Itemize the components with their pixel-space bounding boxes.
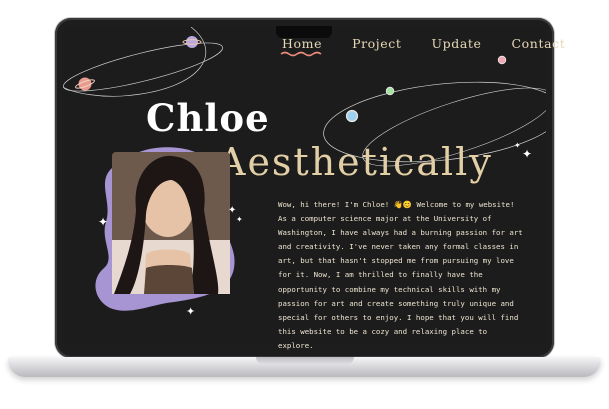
planet-icon <box>497 55 507 65</box>
planet-icon <box>345 109 359 123</box>
planet-icon <box>75 77 95 91</box>
planet-icon <box>385 86 395 96</box>
top-navigation: Home Project Update Contact <box>280 36 566 57</box>
hero-tagline: Aesthetically <box>218 140 493 184</box>
nav-project[interactable]: Project <box>352 36 401 51</box>
sparkle-icon: ✦ <box>236 215 243 224</box>
profile-photo <box>90 140 250 330</box>
camera-notch <box>276 26 332 38</box>
hero-name: Chloe <box>146 96 270 140</box>
nav-home-label: Home <box>282 36 323 51</box>
squiggle-underline-icon <box>280 51 322 57</box>
laptop-hinge <box>256 357 354 364</box>
sparkle-icon: ✦ <box>186 305 196 318</box>
nav-update-label: Update <box>431 36 482 51</box>
sparkle-icon: ✦ <box>522 147 533 161</box>
intro-paragraph: Wow, hi there! I'm Chloe! 👋😊 Welcome to … <box>278 200 523 350</box>
nav-project-label: Project <box>352 36 402 51</box>
sparkle-icon: ✦ <box>98 215 109 229</box>
nav-update[interactable]: Update <box>432 36 482 51</box>
planet-icon <box>182 36 202 48</box>
nav-contact-label: Contact <box>511 36 566 51</box>
nav-contact[interactable]: Contact <box>512 36 566 51</box>
sparkle-icon: ✦ <box>514 141 521 150</box>
nav-home[interactable]: Home <box>280 36 323 57</box>
